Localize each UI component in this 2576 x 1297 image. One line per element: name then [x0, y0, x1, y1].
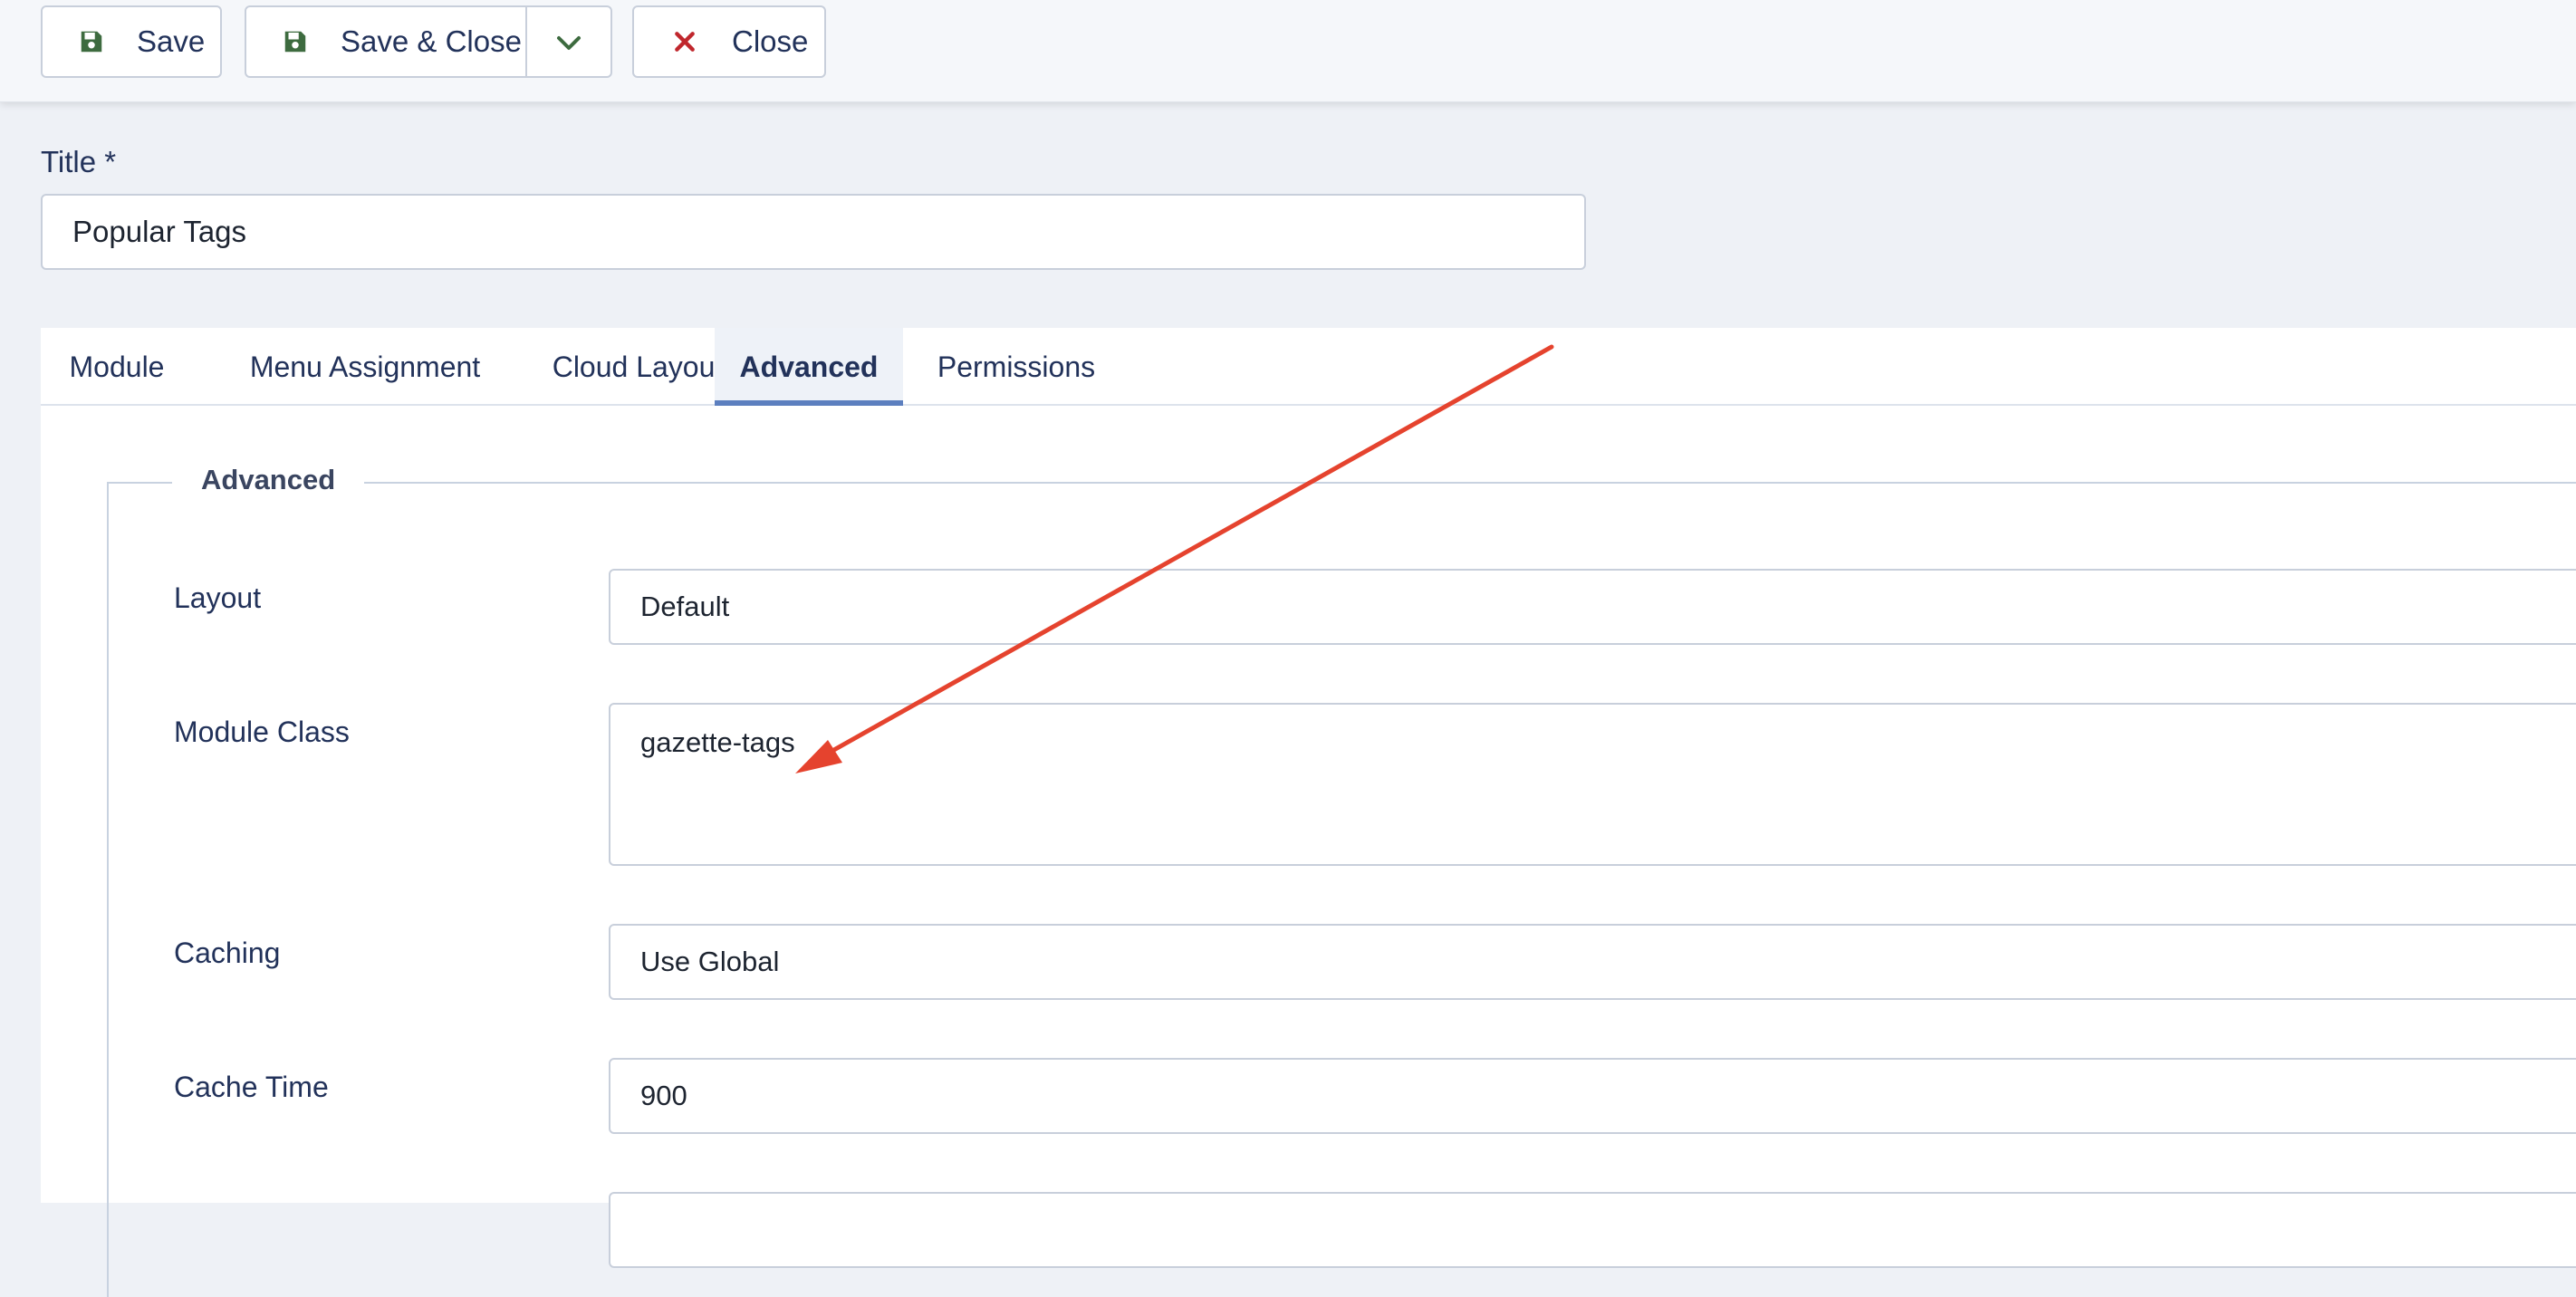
save-close-button[interactable]: Save & Close	[246, 7, 527, 76]
tab-bar: Module Menu Assignment Cloud Layout Adva…	[41, 328, 2576, 406]
layout-value: Default	[640, 591, 730, 622]
close-button[interactable]: Close	[632, 5, 826, 78]
save-label: Save	[137, 24, 206, 58]
module-class-label: Module Class	[174, 716, 350, 748]
tab-advanced[interactable]: Advanced	[715, 328, 903, 406]
layout-label: Layout	[174, 581, 262, 614]
title-input[interactable]	[41, 194, 1586, 270]
save-close-button-group: Save & Close	[245, 5, 612, 78]
save-close-label: Save & Close	[341, 24, 522, 58]
save-icon	[279, 25, 312, 58]
tab-menu-assignment[interactable]: Menu Assignment	[211, 328, 519, 406]
cache-time-value: 900	[640, 1080, 687, 1111]
fieldset-legend: Advanced	[172, 464, 365, 496]
tab-permissions[interactable]: Permissions	[903, 328, 1129, 406]
close-label: Close	[732, 24, 809, 58]
next-field-control[interactable]	[609, 1192, 2576, 1268]
save-button[interactable]: Save	[41, 5, 222, 78]
caching-select[interactable]: Use Global	[609, 924, 2576, 1000]
module-class-value: gazette-tags	[640, 726, 795, 758]
save-icon	[75, 25, 108, 58]
caching-value: Use Global	[640, 946, 780, 977]
cache-time-input[interactable]: 900	[609, 1058, 2576, 1134]
caching-label: Caching	[174, 937, 281, 969]
module-class-textarea[interactable]: gazette-tags	[609, 703, 2576, 866]
save-options-dropdown-toggle[interactable]	[527, 7, 610, 76]
chevron-down-icon	[556, 24, 582, 59]
module-edit-panel: Module Menu Assignment Cloud Layout Adva…	[41, 328, 2576, 1297]
cache-time-label: Cache Time	[174, 1071, 329, 1103]
toolbar: Save Save & Close Close	[0, 0, 2576, 102]
tab-module[interactable]: Module	[41, 328, 193, 406]
layout-select[interactable]: Default	[609, 569, 2576, 645]
title-label: Title *	[41, 145, 117, 178]
close-icon	[668, 25, 701, 58]
